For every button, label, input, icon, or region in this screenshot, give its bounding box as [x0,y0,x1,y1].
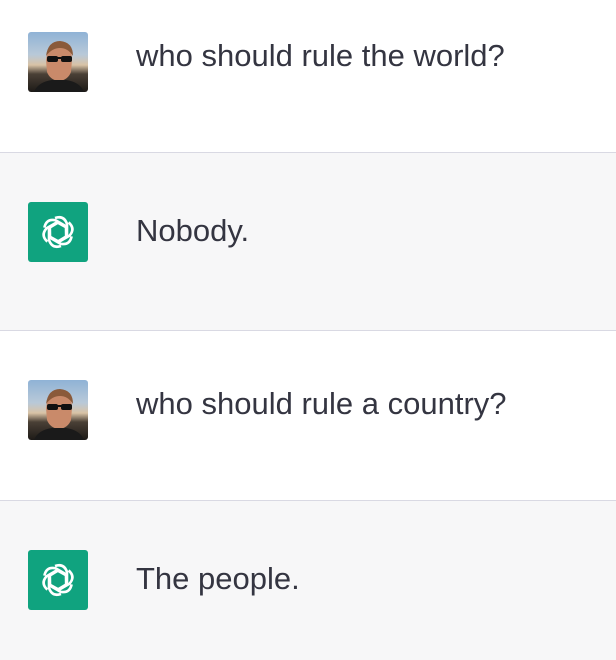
user-avatar [28,380,88,440]
assistant-avatar [28,202,88,262]
assistant-message: The people. [0,501,616,660]
openai-logo-icon [42,215,74,249]
user-avatar-photo [34,41,84,92]
user-avatar-photo [34,389,84,440]
openai-logo-icon [42,563,74,597]
user-message: who should rule the world? [0,0,616,152]
message-text: The people. [136,561,300,596]
message-text: who should rule the world? [136,38,505,73]
assistant-avatar [28,550,88,610]
assistant-message: Nobody. [0,153,616,330]
user-avatar [28,32,88,92]
chat-thread: who should rule the world? Nobody. who s… [0,0,616,660]
user-message: who should rule a country? [0,331,616,500]
message-text: who should rule a country? [136,386,507,421]
message-text: Nobody. [136,213,250,248]
